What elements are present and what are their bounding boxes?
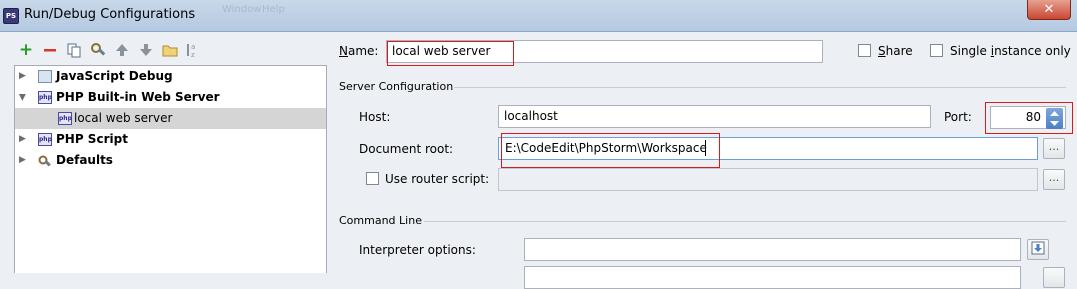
move-down-icon[interactable] [138, 42, 154, 58]
port-label: Port: [944, 110, 972, 124]
server-configuration-title: Server Configuration [339, 80, 454, 93]
use-router-script-checkbox[interactable] [366, 172, 379, 185]
php-script-icon: php [38, 133, 52, 146]
tree-item-label: PHP Script [56, 132, 128, 146]
use-router-script-label: Use router script: [385, 172, 490, 186]
folder-icon[interactable] [162, 42, 178, 58]
window-title: Run/Debug Configurations [24, 7, 196, 22]
tree-item-php-built-in-web-server[interactable]: ▶ php PHP Built-in Web Server [15, 87, 326, 108]
section-divider [454, 87, 1066, 88]
add-icon[interactable]: + [18, 42, 34, 59]
host-input[interactable]: localhost [498, 105, 931, 128]
additional-input[interactable] [524, 266, 1021, 289]
expand-arrow-icon[interactable]: ▶ [19, 129, 26, 150]
highlight-box [387, 41, 514, 66]
tree-item-label: Defaults [56, 153, 113, 167]
share-checkbox[interactable] [858, 44, 871, 57]
share-label: Share [878, 44, 913, 58]
defaults-icon [38, 154, 52, 167]
title-bar: PS Run/Debug Configurations Window Help … [0, 0, 1077, 32]
expand-arrow-icon[interactable]: ▶ [19, 150, 26, 171]
tree-item-label: JavaScript Debug [56, 69, 173, 83]
highlight-box [501, 133, 720, 168]
host-label: Host: [359, 110, 391, 124]
configuration-tree: ▶ JavaScript Debug ▶ php PHP Built-in We… [14, 65, 327, 273]
remove-icon[interactable] [42, 42, 58, 58]
interpreter-options-label: Interpreter options: [359, 243, 476, 257]
tree-item-local-web-server[interactable]: php local web server [15, 108, 326, 129]
single-instance-checkbox[interactable] [930, 44, 943, 57]
move-up-icon[interactable] [114, 42, 130, 58]
interpreter-options-input[interactable] [524, 238, 1021, 261]
background-menu-text: Help [262, 4, 285, 15]
background-menu-text: Window [222, 4, 262, 15]
tree-item-javascript-debug[interactable]: ▶ JavaScript Debug [15, 66, 326, 87]
single-instance-label: Single instance only [950, 44, 1071, 58]
javascript-debug-icon [38, 70, 52, 83]
svg-text:z: z [191, 51, 195, 58]
tree-item-label: local web server [74, 111, 173, 125]
tree-item-php-script[interactable]: ▶ php PHP Script [15, 129, 326, 150]
browse-button[interactable]: ... [1043, 138, 1065, 159]
expand-arrow-icon[interactable]: ▶ [19, 66, 26, 87]
svg-text:a: a [191, 43, 195, 51]
expand-editor-icon[interactable] [1027, 239, 1049, 260]
php-server-icon: php [38, 91, 52, 104]
tree-item-defaults[interactable]: ▶ Defaults [15, 150, 326, 171]
browse-button[interactable]: ... [1043, 169, 1065, 190]
section-divider [424, 221, 1066, 222]
router-script-input[interactable] [498, 168, 1038, 191]
highlight-box [985, 102, 1073, 134]
app-icon: PS [3, 8, 19, 24]
php-config-icon: php [58, 112, 72, 125]
settings-icon[interactable] [90, 42, 106, 58]
sort-icon[interactable]: az [186, 42, 202, 59]
command-line-title: Command Line [339, 214, 422, 227]
tree-item-label: PHP Built-in Web Server [56, 90, 220, 104]
name-label: Name: [339, 44, 379, 58]
copy-icon[interactable] [66, 42, 82, 58]
browse-button[interactable] [1043, 267, 1065, 288]
close-button[interactable]: ✕ [1027, 0, 1071, 20]
document-root-label: Document root: [359, 142, 454, 156]
collapse-arrow-icon[interactable]: ▶ [11, 94, 32, 101]
